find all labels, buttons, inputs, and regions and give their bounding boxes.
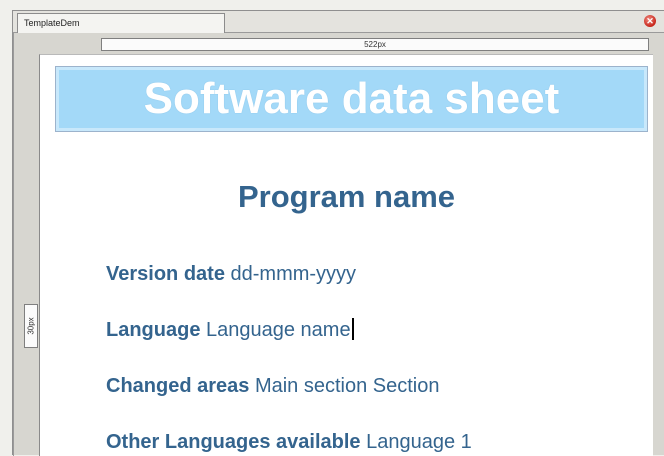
editor-window: TemplateDem ✕ 522px 30px Software data s… bbox=[12, 10, 664, 456]
program-name-heading[interactable]: Program name bbox=[40, 179, 653, 215]
field-value: dd-mmm-yyyy bbox=[230, 263, 357, 285]
field-language[interactable]: Language Language name bbox=[106, 318, 354, 342]
vertical-ruler: 30px bbox=[24, 304, 38, 348]
field-label: Changed areas bbox=[106, 375, 250, 397]
horizontal-ruler: 522px bbox=[101, 38, 649, 51]
field-value: Language name bbox=[206, 319, 351, 341]
field-label: Other Languages available bbox=[106, 431, 361, 453]
field-label: Language bbox=[106, 319, 201, 341]
close-icon[interactable]: ✕ bbox=[644, 15, 656, 27]
tab-strip: TemplateDem ✕ bbox=[13, 11, 664, 33]
field-value: Language 1 bbox=[366, 431, 472, 453]
ruler-height-label: 30px bbox=[26, 317, 36, 335]
ruler-width-label: 522px bbox=[364, 40, 386, 49]
tab-label: TemplateDem bbox=[24, 18, 80, 28]
banner-title: Software data sheet bbox=[143, 74, 560, 123]
field-label: Version date bbox=[106, 263, 225, 285]
gutter-divider bbox=[13, 33, 14, 456]
document-page[interactable]: Software data sheet Program name Version… bbox=[39, 54, 653, 456]
field-changed-areas[interactable]: Changed areas Main section Section bbox=[106, 374, 440, 398]
field-other-languages[interactable]: Other Languages available Language 1 bbox=[106, 430, 472, 454]
field-version-date[interactable]: Version date dd-mmm-yyyy bbox=[106, 262, 356, 286]
text-caret bbox=[351, 318, 354, 340]
title-banner[interactable]: Software data sheet bbox=[55, 66, 648, 132]
field-value: Main section Section bbox=[254, 375, 440, 397]
tab-templatedem[interactable]: TemplateDem bbox=[17, 13, 225, 33]
